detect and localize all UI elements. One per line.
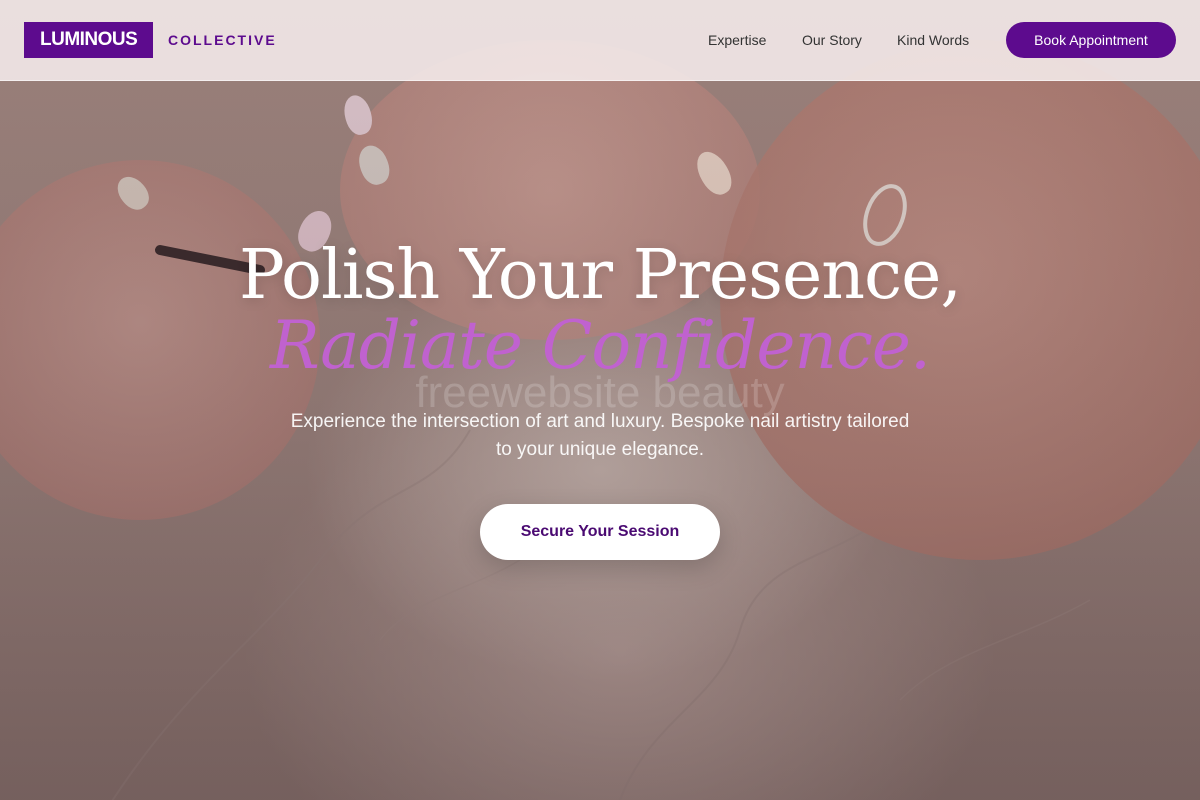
hero-subtitle: Experience the intersection of art and l…: [290, 411, 910, 460]
nav-link-kind-words[interactable]: Kind Words: [897, 31, 969, 49]
brand-logo[interactable]: LUMINOUS: [24, 22, 154, 58]
hero-headline: Polish Your Presence,: [239, 236, 962, 315]
secure-session-button[interactable]: Secure Your Session: [480, 504, 720, 560]
book-appointment-button[interactable]: Book Appointment: [1006, 22, 1176, 58]
nav-link-expertise[interactable]: Expertise: [708, 31, 766, 49]
site-header: LUMINOUS COLLECTIVE Expertise Our Story …: [0, 0, 1200, 81]
brand-tagline: COLLECTIVE: [168, 32, 277, 48]
nav-link-our-story[interactable]: Our Story: [802, 31, 862, 49]
